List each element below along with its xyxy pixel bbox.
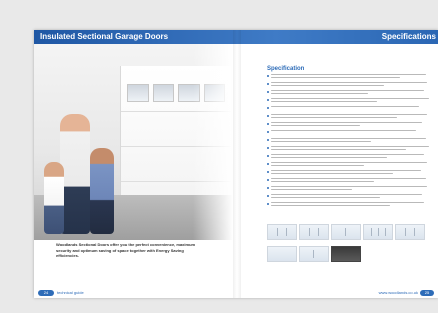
door-style-option [299,224,329,241]
child-figure-small [44,162,64,234]
spec-bullet [267,106,432,113]
footer-right-text: www.woodlands.co.uk [378,290,418,295]
spec-bullet [267,82,432,89]
spec-bullet [267,90,432,97]
spec-bullet [267,178,432,185]
door-window [127,84,149,102]
door-style-option [331,224,361,241]
spec-bullet [267,74,432,81]
adult-figure [60,114,90,234]
door-style-option [267,246,297,263]
spec-bullet [267,186,432,193]
spec-bullet [267,170,432,177]
family-garage-photo [34,44,233,240]
spec-bullet [267,162,432,169]
page-gutter [233,30,241,298]
spec-bullet [267,130,432,137]
specification-heading: Specification [267,66,305,72]
footer-left-text: technical guide [57,290,84,295]
spec-bullet [267,202,432,209]
spec-bullet [267,146,432,153]
child-figure [90,148,114,234]
spec-bullet [267,98,432,105]
page-number-right: 25 [420,290,434,296]
specification-bullet-list [267,74,432,210]
footer: 24 technical guide www.woodlands.co.uk 2… [34,288,438,298]
photo-fade [193,44,233,240]
brochure-spread: Insulated Sectional Garage Doors Specifi… [34,30,438,298]
spec-bullet [267,138,432,145]
spec-bullet [267,122,432,129]
door-style-swatches [267,224,427,263]
page-number-left: 24 [38,290,54,296]
spec-bullet [267,114,432,121]
spec-bullet [267,154,432,161]
door-style-option [331,246,361,263]
door-style-option [267,224,297,241]
door-window [152,84,174,102]
door-style-option [299,246,329,263]
door-style-option [363,224,393,241]
page-title-right: Specifications [381,32,436,41]
door-style-option [395,224,425,241]
spec-bullet [267,194,432,201]
page-title-left: Insulated Sectional Garage Doors [40,32,169,41]
photo-caption: Woodlands Sectional Doors offer you the … [56,242,196,258]
